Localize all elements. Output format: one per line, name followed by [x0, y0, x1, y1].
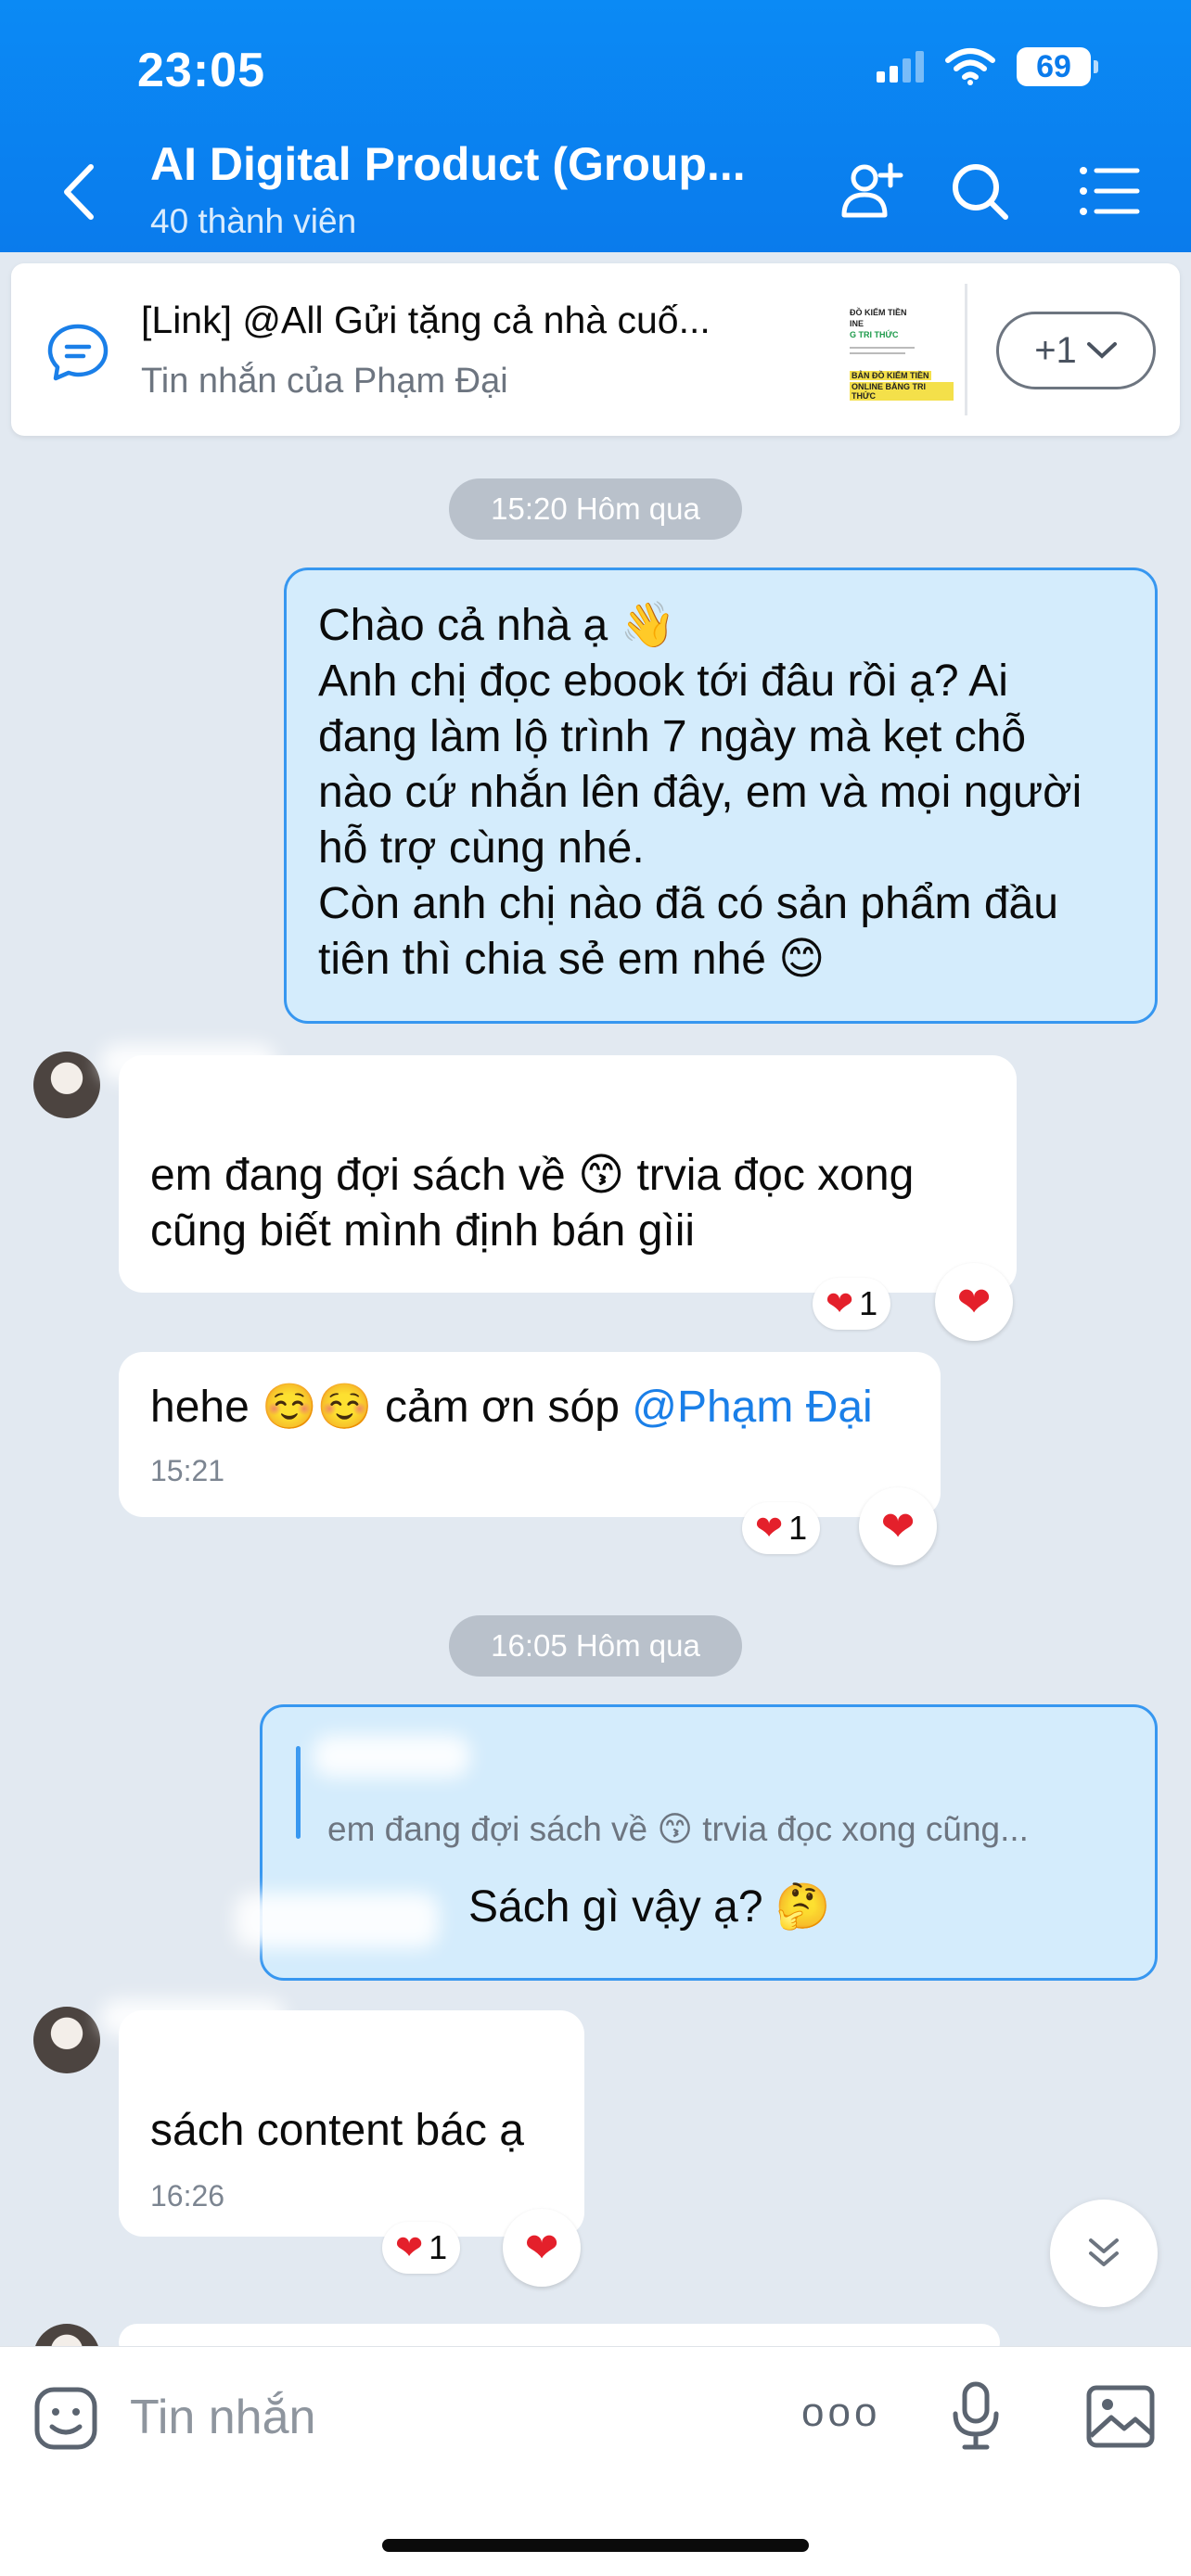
- react-heart-button[interactable]: ❤: [503, 2209, 581, 2287]
- quoted-name-blurred: [313, 1735, 470, 1778]
- heart-icon: ❤: [524, 2225, 559, 2271]
- chat-header: 23:05 69 AI Digital Product (Group... 40…: [0, 0, 1191, 252]
- double-chevron-down-icon: [1089, 2238, 1119, 2266]
- react-heart-button[interactable]: ❤: [859, 1487, 937, 1565]
- message-time: 16:26: [150, 2179, 225, 2213]
- group-title[interactable]: AI Digital Product (Group...: [150, 137, 746, 191]
- chat-bubble-icon: [47, 324, 109, 381]
- mention-link[interactable]: @Phạm Đại: [632, 1383, 872, 1432]
- message-input[interactable]: Tin nhắn: [130, 2390, 315, 2445]
- reaction-summary[interactable]: ❤ 1: [382, 2222, 461, 2274]
- status-icons: 69: [877, 46, 1098, 87]
- more-pinned-button[interactable]: +1: [996, 312, 1156, 389]
- wifi-icon: [945, 48, 995, 85]
- my-message-bubble[interactable]: Chào cả nhà ạ 👋 Anh chị đọc ebook tới đâ…: [284, 567, 1158, 1024]
- add-member-icon[interactable]: [839, 158, 905, 224]
- pinned-thumbnail: ĐỒ KIẾM TIỀN INE G TRI THỨC BẢN ĐỒ KIẾM …: [842, 299, 954, 401]
- reply-quote-bar: [296, 1746, 301, 1839]
- my-reply-bubble[interactable]: em đang đợi sách về 😙 trvia đọc xong cũn…: [235, 1704, 1158, 1981]
- pinned-title: [Link] @All Gửi tặng cả nhà cuố...: [141, 299, 711, 341]
- message-bubble[interactable]: hehe ☺️☺️ cảm ơn sóp @Phạm Đại 15:21: [119, 1352, 941, 1517]
- avatar[interactable]: [33, 1052, 100, 1118]
- time-separator: 15:20 Hôm qua: [449, 478, 742, 540]
- member-count[interactable]: 40 thành viên: [150, 202, 356, 241]
- heart-icon: ❤: [880, 1503, 916, 1549]
- voice-record-icon[interactable]: [948, 2380, 1004, 2455]
- battery-icon: 69: [1017, 47, 1098, 86]
- menu-list-icon[interactable]: [1076, 158, 1143, 224]
- heart-icon: ❤: [755, 1509, 784, 1547]
- pinned-message[interactable]: [Link] @All Gửi tặng cả nhà cuố... Tin n…: [11, 263, 1180, 436]
- sender-name-blurred: [100, 1044, 276, 1081]
- heart-icon: ❤: [826, 1284, 854, 1322]
- search-icon[interactable]: [946, 158, 1013, 224]
- scroll-to-bottom-button[interactable]: [1050, 2200, 1158, 2307]
- avatar[interactable]: [33, 2007, 100, 2073]
- reply-quote[interactable]: em đang đợi sách về 😙 trvia đọc xong cũn…: [327, 1802, 1029, 1857]
- chevron-down-icon: [1086, 342, 1117, 359]
- image-icon[interactable]: [1085, 2384, 1156, 2449]
- message-bubble[interactable]: em đang đợi sách về 😙 trvia đọc xong cũn…: [119, 1055, 1017, 1293]
- home-indicator: [382, 2539, 809, 2552]
- pinned-author: Tin nhắn của Phạm Đại: [141, 362, 508, 401]
- reaction-summary[interactable]: ❤ 1: [813, 1278, 891, 1330]
- status-time: 23:05: [137, 44, 265, 97]
- more-options-icon[interactable]: ooo: [801, 2390, 880, 2436]
- message-time: 15:21: [150, 1454, 225, 1487]
- back-icon[interactable]: [56, 159, 102, 224]
- heart-icon: ❤: [395, 2228, 424, 2266]
- heart-icon: ❤: [956, 1279, 992, 1325]
- sticker-icon[interactable]: [33, 2386, 98, 2451]
- more-pinned-count: +1: [1034, 329, 1077, 371]
- mention-blurred: [235, 1893, 439, 1948]
- time-separator: 16:05 Hôm qua: [449, 1615, 742, 1677]
- reaction-summary[interactable]: ❤ 1: [742, 1502, 821, 1554]
- message-bubble[interactable]: sách content bác ạ 16:26: [119, 2010, 584, 2237]
- react-heart-button[interactable]: ❤: [935, 1263, 1013, 1341]
- sender-name-blurred: [100, 1999, 286, 2036]
- battery-level: 69: [1017, 47, 1091, 86]
- signal-icon: [877, 51, 924, 83]
